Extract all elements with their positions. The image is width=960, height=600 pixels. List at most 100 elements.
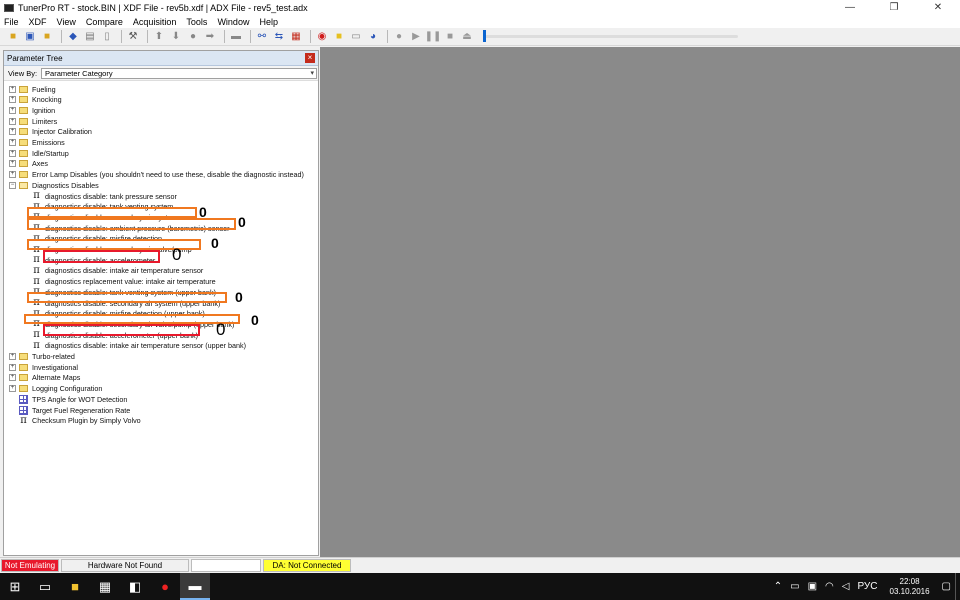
tree-item[interactable]: + Turbo-related bbox=[9, 352, 75, 362]
close-button[interactable]: ✕ bbox=[916, 0, 960, 15]
tree-item[interactable]: + Fueling bbox=[9, 84, 56, 94]
battery-icon[interactable]: ▭ bbox=[790, 581, 799, 592]
eject-icon[interactable]: ⏏ bbox=[460, 30, 474, 44]
tree-item[interactable]: π diagnostics disable: intake air tempera… bbox=[32, 265, 203, 276]
menu-xdf[interactable]: XDF bbox=[29, 17, 47, 27]
expand-icon[interactable]: + bbox=[9, 139, 16, 146]
expand-icon[interactable]: + bbox=[9, 160, 16, 168]
expand-icon[interactable]: + bbox=[9, 85, 16, 93]
slider-thumb[interactable] bbox=[483, 30, 486, 42]
record-icon[interactable]: ◉ bbox=[315, 30, 329, 44]
keyboard-language[interactable]: РУС bbox=[857, 581, 877, 592]
tree-item[interactable]: + Idle/Startup bbox=[9, 148, 69, 158]
new-file-icon[interactable]: ▯ bbox=[100, 30, 114, 44]
stop-icon[interactable]: ■ bbox=[443, 30, 457, 44]
tools-icon[interactable]: ⚒ bbox=[126, 30, 140, 44]
expand-icon[interactable]: + bbox=[9, 96, 16, 104]
open-xdf-icon[interactable]: ■ bbox=[40, 30, 54, 44]
expand-icon[interactable]: + bbox=[9, 106, 16, 114]
expand-icon[interactable]: + bbox=[9, 128, 16, 136]
play-icon[interactable]: ▶ bbox=[409, 30, 423, 44]
swap-icon[interactable]: ⇆ bbox=[272, 30, 286, 44]
store-icon[interactable]: ◧ bbox=[120, 573, 150, 600]
menu-compare[interactable]: Compare bbox=[86, 17, 123, 27]
notifications-icon[interactable]: ▢ bbox=[942, 581, 951, 592]
log-record-icon[interactable]: ● bbox=[392, 30, 406, 44]
tree-item[interactable]: + Ignition bbox=[9, 105, 55, 115]
chevron-up-icon[interactable]: ⌃ bbox=[774, 581, 782, 592]
monitor-icon[interactable]: ▭ bbox=[349, 30, 363, 44]
collapse-icon[interactable]: − bbox=[9, 181, 16, 189]
tree-item[interactable]: + Limiters bbox=[9, 116, 57, 126]
expand-icon[interactable]: + bbox=[9, 171, 16, 179]
volume-icon[interactable]: ◁ bbox=[842, 581, 850, 592]
menu-acquisition[interactable]: Acquisition bbox=[133, 17, 177, 27]
tree-item[interactable]: + Alternate Maps bbox=[9, 373, 80, 383]
show-desktop-button[interactable] bbox=[955, 573, 960, 600]
playback-slider[interactable] bbox=[483, 30, 738, 42]
expand-icon[interactable]: + bbox=[9, 149, 16, 157]
title-bar: TunerPro RT - stock.BIN | XDF File - rev… bbox=[0, 0, 960, 15]
menu-tools[interactable]: Tools bbox=[186, 17, 207, 27]
tree-item-label: Axes bbox=[32, 159, 48, 169]
expand-icon[interactable]: + bbox=[9, 374, 16, 382]
mdi-workspace[interactable] bbox=[320, 47, 960, 557]
minimize-button[interactable]: — bbox=[828, 0, 872, 15]
expand-icon[interactable]: + bbox=[9, 363, 16, 371]
menu-view[interactable]: View bbox=[57, 17, 76, 27]
compare-icon[interactable]: ▤ bbox=[83, 30, 97, 44]
view-by-select[interactable]: Parameter Category ▾ bbox=[41, 67, 318, 79]
dashboard-icon[interactable]: ■ bbox=[332, 30, 346, 44]
save-icon[interactable]: ▣ bbox=[23, 30, 37, 44]
tree-item[interactable]: + Logging Configuration bbox=[9, 384, 102, 394]
open-folder-icon[interactable]: ■ bbox=[6, 30, 20, 44]
wifi-icon[interactable]: ◠ bbox=[825, 581, 834, 592]
bin-icon[interactable]: ◆ bbox=[66, 30, 80, 44]
monitor-tray-icon[interactable]: ▣ bbox=[808, 581, 817, 592]
tunerpro-taskbar-icon[interactable]: ▬ bbox=[180, 573, 210, 600]
expand-icon[interactable]: + bbox=[9, 117, 16, 125]
tree-item[interactable]: π diagnostics disable: intake air tempera… bbox=[32, 339, 246, 351]
link-icon[interactable]: ⚯ bbox=[255, 30, 269, 44]
file-explorer-icon[interactable]: ■ bbox=[60, 573, 90, 600]
tree-item[interactable]: + Injector Calibration bbox=[9, 127, 92, 137]
gauge-icon[interactable]: ◕ bbox=[366, 30, 380, 44]
tree-item[interactable]: + Error Lamp Disables (you shouldn't need… bbox=[9, 170, 304, 180]
tree-item[interactable]: π diagnostics replacement value: intake a… bbox=[32, 275, 215, 287]
task-view-icon[interactable]: ▭ bbox=[30, 573, 60, 600]
menu-window[interactable]: Window bbox=[217, 17, 249, 27]
constant-pi-icon: π bbox=[33, 275, 40, 287]
emulator-icon[interactable]: ▬ bbox=[229, 30, 243, 44]
maximize-button[interactable]: ❐ bbox=[872, 0, 916, 15]
expand-icon[interactable]: + bbox=[9, 385, 16, 393]
calculator-icon[interactable]: ▦ bbox=[90, 573, 120, 600]
circle-icon[interactable]: ● bbox=[186, 30, 200, 44]
tree-item[interactable]: π Checksum Plugin by Simply Volvo bbox=[19, 415, 140, 426]
chip-icon[interactable]: ▦ bbox=[289, 30, 303, 44]
arrow-right-icon[interactable]: ➡ bbox=[203, 30, 217, 44]
menu-help[interactable]: Help bbox=[259, 17, 278, 27]
menu-file[interactable]: File bbox=[4, 17, 19, 27]
folder-icon bbox=[19, 374, 28, 382]
tree-item[interactable]: TPS Angle for WOT Detection bbox=[19, 394, 127, 404]
yandex-browser-icon[interactable]: ● bbox=[150, 573, 180, 600]
arrow-up-icon[interactable]: ⬆ bbox=[152, 30, 166, 44]
chevron-down-icon[interactable]: ▾ bbox=[311, 69, 315, 77]
tree-item[interactable]: + Investigational bbox=[9, 362, 78, 372]
windows-start-icon[interactable]: ⊞ bbox=[0, 573, 30, 600]
tree-item[interactable]: + Emissions bbox=[9, 138, 65, 148]
tree-item[interactable]: + Knocking bbox=[9, 95, 62, 105]
panel-close-button[interactable]: × bbox=[305, 53, 315, 63]
tree-item[interactable]: − Diagnostics Disables bbox=[9, 180, 99, 190]
expand-icon[interactable]: + bbox=[9, 353, 16, 360]
toolbar-separator bbox=[387, 30, 388, 43]
tree-item[interactable]: π diagnostics disable: tank pressure sens… bbox=[32, 191, 177, 201]
constant-pi-icon: π bbox=[33, 339, 40, 351]
folder-icon bbox=[19, 385, 28, 393]
folder-icon bbox=[19, 128, 28, 136]
clock[interactable]: 22:08 03.10.2016 bbox=[890, 577, 930, 597]
tree-item[interactable]: Target Fuel Regeneration Rate bbox=[19, 405, 130, 415]
tree-item[interactable]: + Axes bbox=[9, 159, 48, 169]
pause-icon[interactable]: ❚❚ bbox=[425, 30, 442, 44]
arrow-down-icon[interactable]: ⬇ bbox=[169, 30, 183, 44]
